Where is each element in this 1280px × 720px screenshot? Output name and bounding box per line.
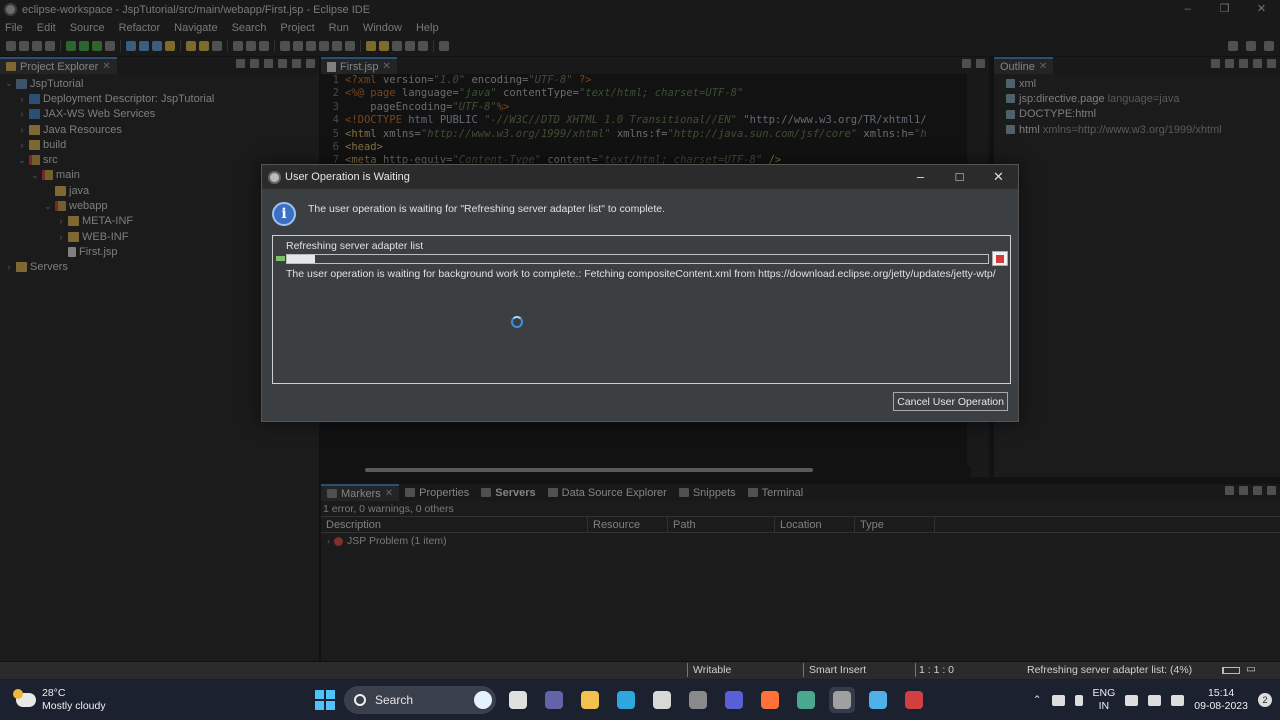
job-detail-text: The user operation is waiting for backgr… — [286, 268, 996, 280]
notification-badge[interactable]: 2 — [1258, 693, 1272, 707]
chatgpt-taskbar-button[interactable] — [793, 687, 819, 713]
dialog-close-button[interactable]: ✕ — [979, 165, 1018, 189]
notepad-taskbar-button[interactable] — [865, 687, 891, 713]
status-background-job[interactable]: Refreshing server adapter list: (4%) — [1027, 664, 1192, 676]
status-writable: Writable — [693, 664, 732, 676]
job-details-box: Refreshing server adapter list The user … — [272, 235, 1011, 384]
info-icon: i — [272, 202, 296, 226]
wifi-icon[interactable] — [1125, 694, 1139, 706]
sync-icon[interactable] — [1051, 694, 1065, 706]
start-button[interactable] — [315, 690, 335, 710]
dialog-minimize-button[interactable]: – — [901, 165, 940, 189]
search-icon — [354, 694, 366, 706]
progress-view-icon[interactable]: ▭ — [1246, 663, 1256, 675]
obs-icon — [689, 691, 707, 709]
clock-time: 15:14 — [1208, 687, 1235, 699]
eclipse-window: eclipse-workspace - JspTutorial/src/main… — [0, 0, 1280, 720]
dialog-title-bar: User Operation is Waiting – □ ✕ — [262, 165, 1018, 189]
taskbar-search[interactable]: Search — [344, 686, 496, 714]
file-explorer-taskbar-button[interactable] — [577, 687, 603, 713]
file-explorer-icon — [581, 691, 599, 709]
chatgpt-icon — [797, 691, 815, 709]
clock-date: 09-08-2023 — [1194, 700, 1248, 712]
search-label: Search — [375, 693, 414, 707]
store-icon — [653, 691, 671, 709]
status-bar: Writable Smart Insert 1 : 1 : 0 Refreshi… — [0, 662, 1280, 679]
volume-icon[interactable] — [1148, 694, 1162, 706]
job-progress-bar — [286, 254, 989, 264]
eclipse-taskbar-button[interactable] — [829, 687, 855, 713]
windows-taskbar: 28°C Mostly cloudy Search ⌃ ENG IN 15:14… — [0, 680, 1280, 720]
edge-taskbar-button[interactable] — [613, 687, 639, 713]
status-cursor-position: 1 : 1 : 0 — [919, 664, 955, 676]
lang-bottom: IN — [1098, 700, 1110, 712]
store-taskbar-button[interactable] — [649, 687, 675, 713]
status-progress-bar[interactable] — [1222, 667, 1240, 674]
recorder-taskbar-button[interactable] — [901, 687, 927, 713]
lang-top: ENG — [1092, 687, 1116, 699]
user-operation-waiting-dialog: User Operation is Waiting – □ ✕ i The us… — [261, 164, 1019, 422]
recorder-icon — [905, 691, 923, 709]
cancel-user-operation-button[interactable]: Cancel User Operation — [893, 392, 1008, 411]
stop-icon — [996, 255, 1004, 263]
clock[interactable]: 15:14 09-08-2023 — [1194, 687, 1248, 713]
battery-icon[interactable] — [1171, 694, 1185, 706]
dialog-message: The user operation is waiting for "Refre… — [308, 203, 666, 215]
dialog-maximize-button[interactable]: □ — [940, 165, 979, 189]
weather-widget[interactable]: 28°C Mostly cloudy — [13, 687, 106, 713]
cloudy-weather-icon — [13, 689, 36, 707]
weather-temp: 28°C — [42, 687, 66, 699]
firefox-icon — [761, 691, 779, 709]
job-name: Refreshing server adapter list — [286, 240, 424, 252]
chevron-up-icon[interactable]: ⌃ — [1033, 694, 1042, 706]
language-indicator[interactable]: ENG IN — [1093, 687, 1116, 713]
dialog-title: User Operation is Waiting — [285, 171, 410, 183]
status-insert-mode: Smart Insert — [809, 664, 867, 676]
notepad-icon — [869, 691, 887, 709]
weather-desc: Mostly cloudy — [42, 700, 106, 712]
obs-taskbar-button[interactable] — [685, 687, 711, 713]
loading-spinner-icon — [511, 316, 523, 328]
task-view-icon — [509, 691, 527, 709]
stop-job-button[interactable] — [992, 251, 1008, 266]
eclipse-icon — [833, 691, 851, 709]
microphone-icon[interactable] — [1074, 694, 1083, 706]
system-tray: ⌃ ENG IN 15:14 09-08-2023 2 — [1033, 684, 1272, 716]
edge-icon — [617, 691, 635, 709]
teams-icon — [545, 691, 563, 709]
vscode-style-icon — [725, 691, 743, 709]
eclipse-app-icon — [268, 170, 281, 184]
bing-icon[interactable] — [474, 691, 492, 709]
vscode-style-taskbar-button[interactable] — [721, 687, 747, 713]
job-progress-icon — [276, 256, 285, 261]
task-view-taskbar-button[interactable] — [505, 687, 531, 713]
firefox-taskbar-button[interactable] — [757, 687, 783, 713]
teams-taskbar-button[interactable] — [541, 687, 567, 713]
